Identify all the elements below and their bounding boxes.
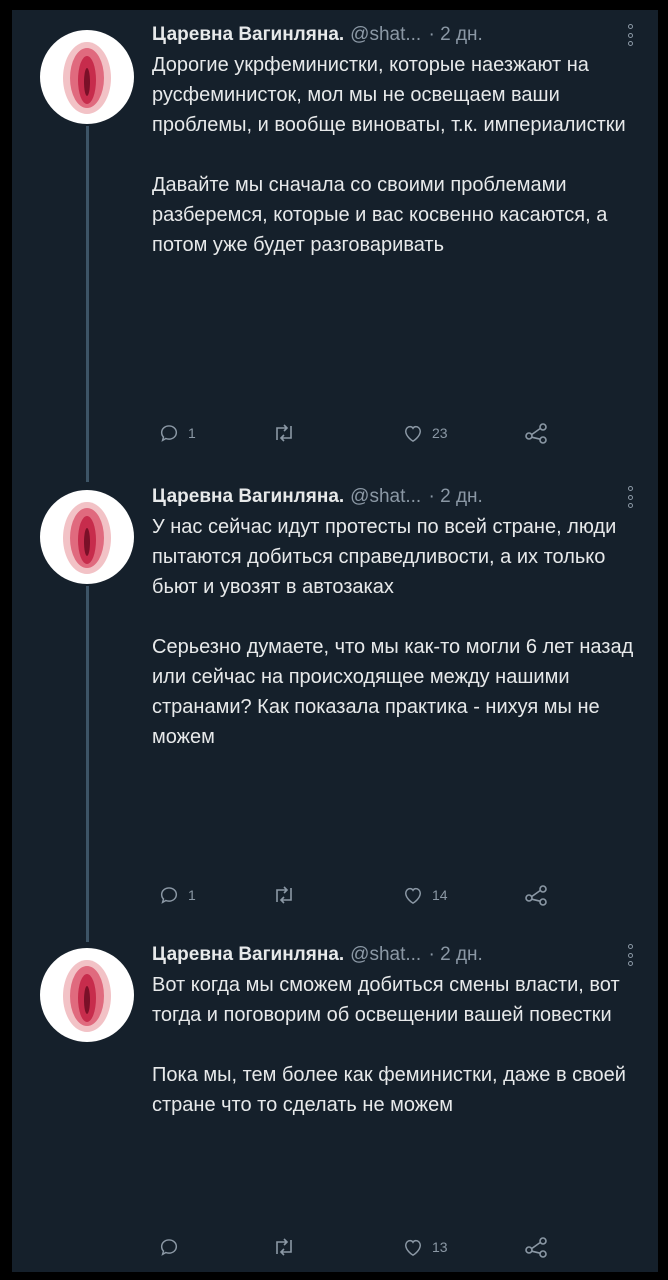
avatar[interactable] bbox=[40, 948, 134, 1042]
reply-button[interactable]: 1 bbox=[158, 880, 196, 910]
tweet-header: Царевна Вагинляна. @shat... · 2 дн. bbox=[152, 940, 642, 970]
timeline: Царевна Вагинляна. @shat... · 2 дн. Дорог… bbox=[12, 10, 658, 1272]
share-icon bbox=[525, 885, 547, 906]
tweet-text: У нас сейчас идут протесты по всей стран… bbox=[152, 516, 617, 598]
share-button[interactable] bbox=[524, 880, 548, 910]
author-handle[interactable]: @shat... bbox=[350, 486, 421, 507]
like-button[interactable]: 23 bbox=[402, 418, 448, 448]
avatar-image bbox=[63, 502, 111, 574]
like-icon bbox=[404, 425, 422, 443]
tweet-header: Царевна Вагинляна. @shat... · 2 дн. bbox=[152, 20, 642, 50]
avatar[interactable] bbox=[40, 490, 134, 584]
author-name[interactable]: Царевна Вагинляна. bbox=[152, 24, 344, 45]
tweet-actions: 13 bbox=[152, 1232, 572, 1262]
like-icon bbox=[404, 1239, 422, 1257]
share-icon bbox=[525, 423, 547, 444]
thread-line bbox=[86, 586, 89, 940]
avatar[interactable] bbox=[40, 30, 134, 124]
like-icon bbox=[404, 887, 422, 905]
more-icon[interactable] bbox=[626, 486, 634, 508]
author-name[interactable]: Царевна Вагинляна. bbox=[152, 486, 344, 507]
thread-line bbox=[86, 126, 89, 470]
like-count: 14 bbox=[432, 887, 448, 903]
retweet-button[interactable] bbox=[272, 1232, 304, 1262]
tweet-header: Царевна Вагинляна. @shat... · 2 дн. bbox=[152, 482, 642, 512]
like-button[interactable]: 14 bbox=[402, 880, 448, 910]
like-count: 23 bbox=[432, 425, 448, 441]
avatar-image bbox=[63, 960, 111, 1032]
more-icon[interactable] bbox=[626, 24, 634, 46]
thread-line bbox=[86, 470, 89, 482]
tweet-actions: 1 14 bbox=[152, 880, 572, 910]
like-count: 13 bbox=[432, 1239, 448, 1255]
tweet-time[interactable]: · 2 дн. bbox=[429, 486, 483, 507]
reply-button[interactable]: 1 bbox=[158, 418, 196, 448]
retweet-icon bbox=[276, 1238, 292, 1256]
reply-button[interactable] bbox=[158, 1232, 188, 1262]
like-button[interactable]: 13 bbox=[402, 1232, 448, 1262]
tweet[interactable]: Царевна Вагинляна. @shat... · 2 дн. Вот к… bbox=[12, 940, 658, 1272]
tweet[interactable]: Царевна Вагинляна. @shat... · 2 дн. Дорог… bbox=[12, 10, 658, 470]
tweet-text: Давайте мы сначала со своими проблемами … bbox=[152, 174, 608, 256]
tweet-text: Пока мы, тем более как феминистки, даже … bbox=[152, 1064, 626, 1116]
reply-icon bbox=[160, 1239, 178, 1256]
share-button[interactable] bbox=[524, 418, 548, 448]
share-icon bbox=[525, 1237, 547, 1258]
share-button[interactable] bbox=[524, 1232, 548, 1262]
reply-icon bbox=[160, 887, 178, 904]
author-handle[interactable]: @shat... bbox=[350, 24, 421, 45]
avatar-image bbox=[63, 42, 111, 114]
tweet-time[interactable]: · 2 дн. bbox=[429, 944, 483, 965]
retweet-icon bbox=[276, 424, 292, 442]
retweet-button[interactable] bbox=[272, 880, 304, 910]
tweet-time[interactable]: · 2 дн. bbox=[429, 24, 483, 45]
tweet[interactable]: Царевна Вагинляна. @shat... · 2 дн. У нас… bbox=[12, 470, 658, 940]
tweet-actions: 1 23 bbox=[152, 418, 572, 448]
more-icon[interactable] bbox=[626, 944, 634, 966]
retweet-button[interactable] bbox=[272, 418, 304, 448]
reply-count: 1 bbox=[188, 887, 196, 903]
retweet-icon bbox=[276, 886, 292, 904]
tweet-text: Вот когда мы сможем добиться смены власт… bbox=[152, 974, 620, 1026]
tweet-text: Серьезно думаете, что мы как-то могли 6 … bbox=[152, 636, 634, 748]
reply-count: 1 bbox=[188, 425, 196, 441]
thread-line bbox=[86, 940, 89, 942]
tweet-text: Дорогие укрфеминистки, которые наезжают … bbox=[152, 54, 626, 136]
author-handle[interactable]: @shat... bbox=[350, 944, 421, 965]
author-name[interactable]: Царевна Вагинляна. bbox=[152, 944, 344, 965]
reply-icon bbox=[160, 425, 178, 442]
